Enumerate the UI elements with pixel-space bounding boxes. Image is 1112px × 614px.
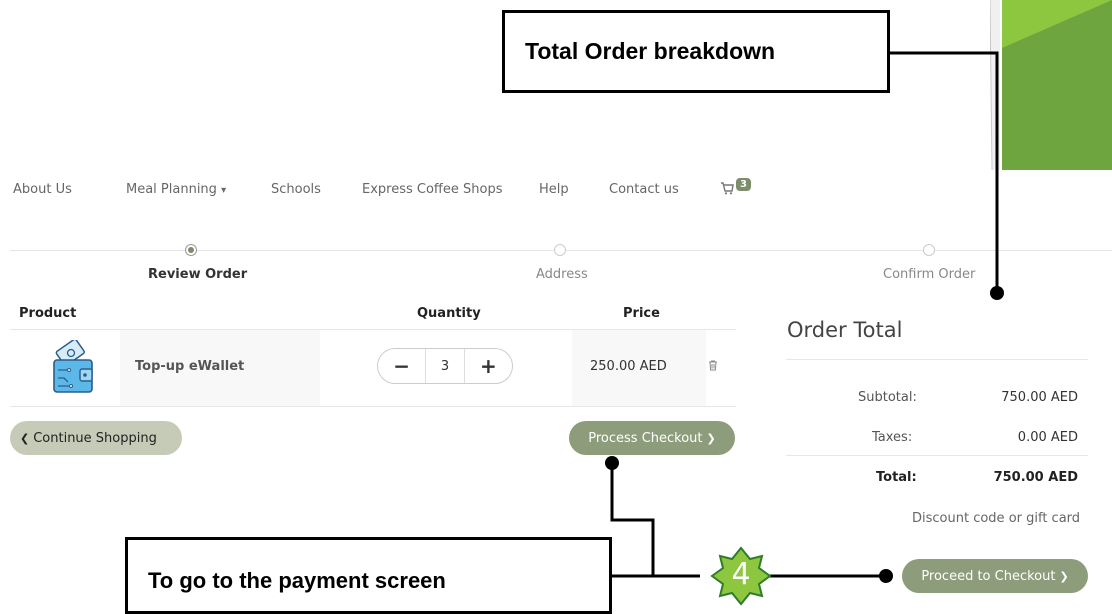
annotation-overlay	[605, 51, 1004, 606]
callout-payment-screen: To go to the payment screen	[125, 537, 612, 614]
callout-bottom-text: To go to the payment screen	[148, 567, 446, 593]
step-number: 4	[731, 557, 751, 592]
